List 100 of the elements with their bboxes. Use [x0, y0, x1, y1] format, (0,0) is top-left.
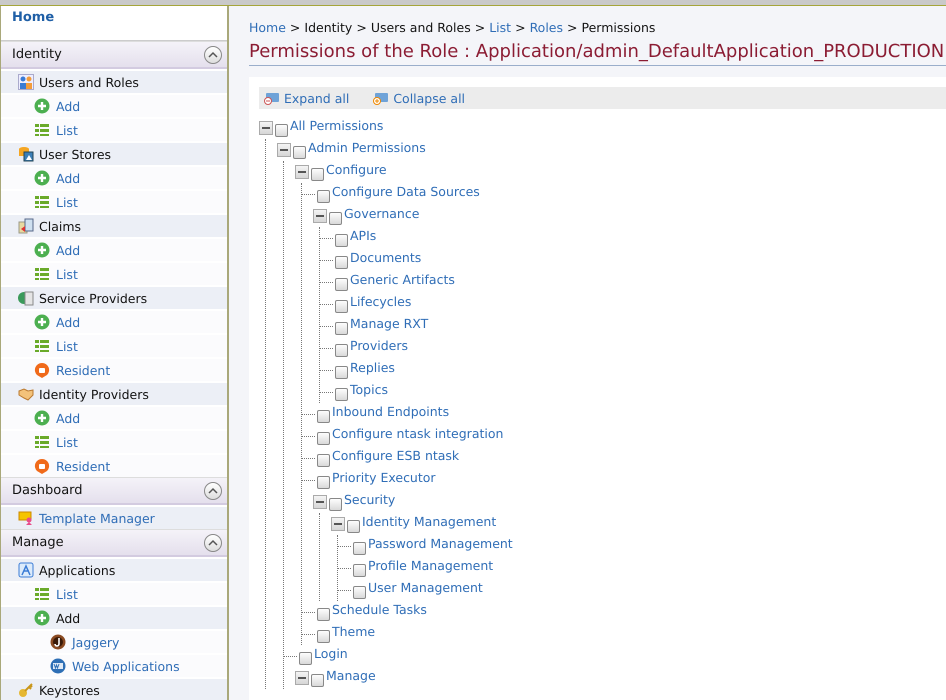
sidebar-item[interactable]: List — [1, 191, 227, 213]
sidebar-item[interactable]: List — [1, 431, 227, 453]
page-title: Permissions of the Role : Application/admin_DefaultApplication_PRODUCTION — [249, 41, 946, 66]
tree-label[interactable]: Schedule Tasks — [332, 602, 427, 616]
sidebar-item[interactable]: Web Applications — [1, 655, 227, 677]
checkbox[interactable] — [329, 212, 342, 224]
tree-label[interactable]: Login — [314, 646, 348, 660]
breadcrumb-link[interactable]: List — [489, 20, 512, 35]
list-icon — [34, 266, 50, 282]
sidebar-group[interactable]: Claims — [1, 215, 227, 237]
tree-label[interactable]: Security — [344, 492, 396, 506]
checkbox[interactable] — [317, 410, 330, 422]
checkbox[interactable] — [335, 388, 348, 400]
collapse-toggle[interactable] — [313, 209, 327, 223]
plus-circle-icon — [34, 170, 50, 186]
sidebar-item[interactable]: Add — [1, 407, 227, 429]
tree-label[interactable]: Lifecycles — [350, 294, 412, 308]
sidebar-item[interactable]: Resident — [1, 359, 227, 381]
sidebar-item[interactable]: Add — [1, 607, 227, 629]
sidebar-item[interactable]: Add — [1, 95, 227, 117]
sidebar-item[interactable]: List — [1, 335, 227, 357]
checkbox[interactable] — [347, 520, 360, 532]
checkbox[interactable] — [275, 124, 288, 136]
sidebar-item[interactable]: Add — [1, 167, 227, 189]
tree-label[interactable]: Password Management — [368, 536, 513, 550]
checkbox[interactable] — [335, 366, 348, 378]
collapse-button[interactable] — [204, 482, 222, 500]
checkbox[interactable] — [335, 300, 348, 312]
collapse-button[interactable] — [204, 534, 222, 552]
sidebar-group[interactable]: Keystores — [1, 679, 227, 700]
checkbox[interactable] — [353, 586, 366, 598]
checkbox[interactable] — [317, 476, 330, 488]
checkbox[interactable] — [329, 498, 342, 510]
sidebar-group[interactable]: Identity Providers — [1, 383, 227, 405]
collapse-toggle[interactable] — [295, 671, 309, 685]
tree-label[interactable]: Inbound Endpoints — [332, 404, 450, 418]
checkbox[interactable] — [335, 322, 348, 334]
collapse-button[interactable] — [204, 46, 222, 64]
tree-label[interactable]: Theme — [332, 624, 376, 638]
collapse-toggle[interactable] — [277, 143, 291, 157]
checkbox[interactable] — [317, 432, 330, 444]
sidebar-item[interactable]: Add — [1, 311, 227, 333]
tree-label[interactable]: Manage RXT — [350, 316, 428, 330]
tree-label[interactable]: User Management — [368, 580, 483, 594]
checkbox[interactable] — [317, 608, 330, 620]
checkbox[interactable] — [353, 564, 366, 576]
checkbox[interactable] — [311, 674, 324, 686]
checkbox[interactable] — [311, 168, 324, 180]
tree-label[interactable]: Profile Management — [368, 558, 494, 572]
sidebar-item[interactable]: List — [1, 119, 227, 141]
tree-label[interactable]: Generic Artifacts — [350, 272, 455, 286]
sidebar-group[interactable]: User Stores — [1, 143, 227, 165]
tree-label[interactable]: Manage — [326, 668, 376, 682]
expand-all-button[interactable]: Expand all — [264, 90, 350, 106]
tree-label[interactable]: Configure Data Sources — [332, 184, 480, 198]
sidebar-item[interactable]: Jaggery — [1, 631, 227, 653]
checkbox[interactable] — [335, 278, 348, 290]
breadcrumb-link[interactable]: Roles — [530, 20, 564, 35]
checkbox[interactable] — [317, 454, 330, 466]
checkbox[interactable] — [335, 344, 348, 356]
sidebar-group[interactable]: Template Manager — [1, 507, 227, 529]
tree-label[interactable]: Identity Management — [362, 514, 496, 528]
sidebar-group[interactable]: Applications — [1, 559, 227, 581]
checkbox[interactable] — [293, 146, 306, 158]
tree-label[interactable]: APIs — [350, 228, 376, 242]
tree-label[interactable]: Providers — [350, 338, 408, 352]
tree-label[interactable]: Configure ntask integration — [332, 426, 504, 440]
tree-label[interactable]: Governance — [344, 206, 420, 220]
tree-label[interactable]: Configure — [326, 162, 387, 176]
collapse-toggle[interactable] — [295, 165, 309, 179]
tree-label[interactable]: All Permissions — [290, 118, 384, 132]
checkbox[interactable] — [299, 652, 312, 664]
section-header[interactable]: Identity — [1, 41, 227, 69]
checkbox[interactable] — [317, 630, 330, 642]
tree-label[interactable]: Replies — [350, 360, 395, 374]
checkbox[interactable] — [335, 256, 348, 268]
collapse-toggle[interactable] — [331, 517, 345, 531]
sidebar-item[interactable]: Add — [1, 239, 227, 261]
collapse-toggle[interactable] — [259, 121, 273, 135]
collapse-toggle[interactable] — [313, 495, 327, 509]
sidebar-group[interactable]: Service Providers — [1, 287, 227, 309]
sidebar-item[interactable]: List — [1, 263, 227, 285]
checkbox[interactable] — [317, 190, 330, 202]
tree-label[interactable]: Priority Executor — [332, 470, 436, 484]
tree-label[interactable]: Admin Permissions — [308, 140, 426, 154]
sidebar-item[interactable]: List — [1, 583, 227, 605]
tree-label[interactable]: Documents — [350, 250, 422, 264]
list-icon — [34, 338, 50, 354]
breadcrumb-link[interactable]: Home — [249, 20, 286, 35]
sidebar-group[interactable]: Users and Roles — [1, 71, 227, 93]
tree-label[interactable]: Configure ESB ntask — [332, 448, 460, 462]
section-header[interactable]: Manage — [1, 529, 227, 557]
checkbox[interactable] — [335, 234, 348, 246]
section-title: Manage — [12, 535, 64, 550]
breadcrumb-separator: > — [356, 20, 367, 35]
collapse-all-button[interactable]: Collapse all — [373, 90, 466, 106]
tree-label[interactable]: Topics — [350, 382, 388, 396]
checkbox[interactable] — [353, 542, 366, 554]
section-header[interactable]: Dashboard — [1, 477, 227, 505]
sidebar-item[interactable]: Resident — [1, 455, 227, 477]
